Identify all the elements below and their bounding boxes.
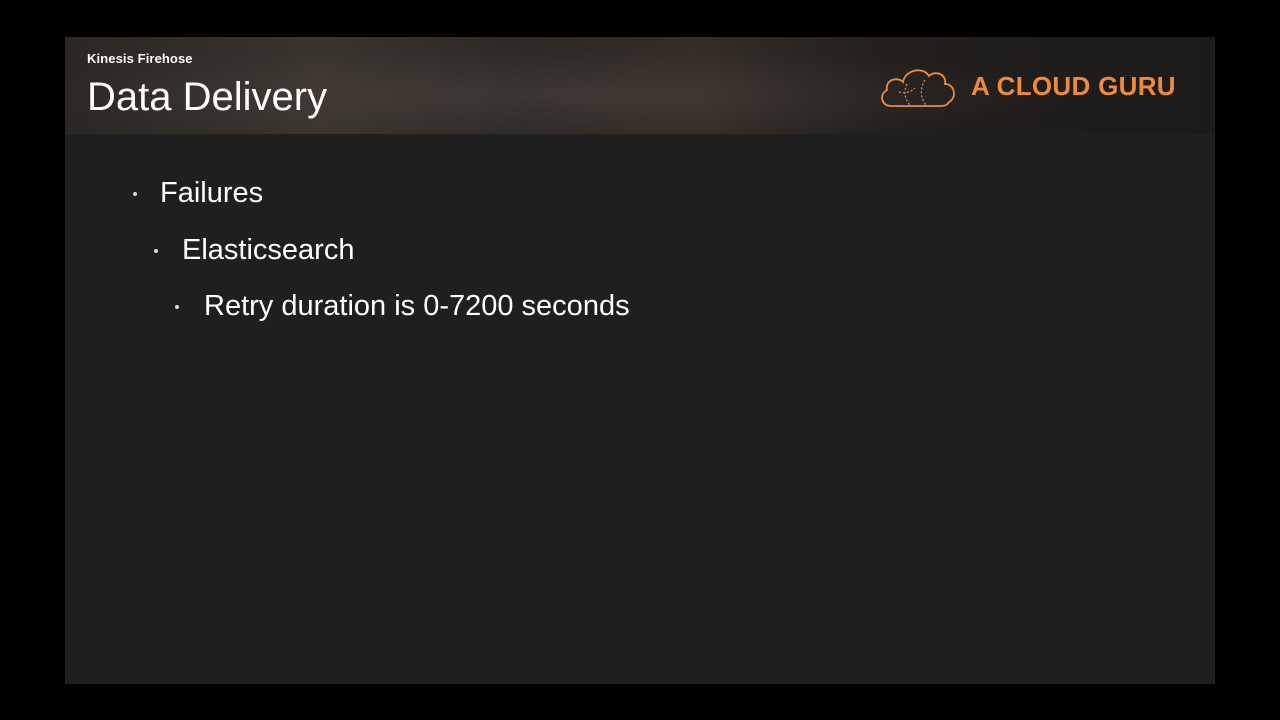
slide-header: Kinesis Firehose Data Delivery A CLOUD G… xyxy=(65,37,1215,134)
logo: A CLOUD GURU xyxy=(877,61,1176,111)
bullet-dot-icon xyxy=(175,304,179,309)
bullet-level-2: Elasticsearch xyxy=(154,234,354,267)
cloud-icon xyxy=(877,62,959,110)
bullet-dot-icon xyxy=(133,191,137,196)
bullet-text: Elasticsearch xyxy=(182,234,355,266)
slide-title: Data Delivery xyxy=(87,75,328,119)
slide-subtitle: Kinesis Firehose xyxy=(87,51,193,66)
bullet-text: Retry duration is 0-7200 seconds xyxy=(204,290,630,322)
bullet-level-3: Retry duration is 0-7200 seconds xyxy=(175,290,630,323)
bullet-level-1: Failures xyxy=(133,177,263,210)
bullet-text: Failures xyxy=(160,177,264,209)
logo-text: A CLOUD GURU xyxy=(971,70,1176,101)
slide: Kinesis Firehose Data Delivery A CLOUD G… xyxy=(65,37,1215,684)
bullet-dot-icon xyxy=(154,248,158,253)
